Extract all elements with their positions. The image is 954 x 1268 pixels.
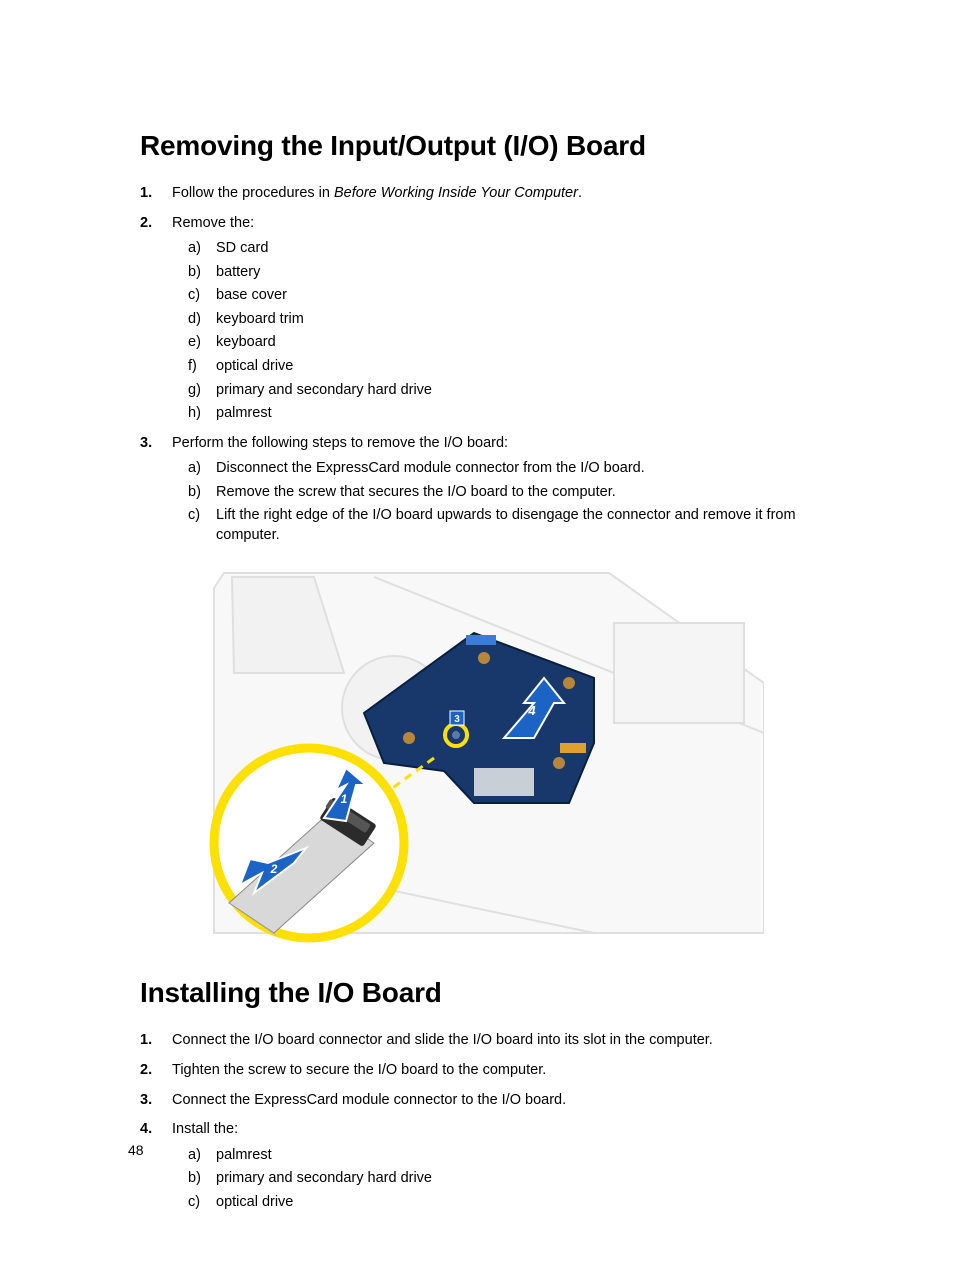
sub-item: palmrest [172,1146,834,1166]
step-1-text-c: . [578,185,582,201]
install-step-3: Connect the ExpressCard module connector… [140,1091,834,1111]
step-1-text-a: Follow the procedures in [172,185,334,201]
heading-installing-io: Installing the I/O Board [140,977,834,1009]
sub-item: palmrest [172,404,834,424]
install-step-4-text: Install the: [172,1121,238,1137]
document-page: Removing the Input/Output (I/O) Board Fo… [0,0,954,1268]
step-3: Perform the following steps to remove th… [140,434,834,546]
sub-item: SD card [172,239,834,259]
step-2-text: Remove the: [172,215,254,231]
sub-item: primary and secondary hard drive [172,381,834,401]
figure-svg: 3 4 1 [174,563,764,953]
sub-item: keyboard [172,333,834,353]
sub-item: battery [172,263,834,283]
sub-item: primary and secondary hard drive [172,1169,834,1189]
installing-steps: Connect the I/O board connector and slid… [140,1031,834,1212]
step-3-text: Perform the following steps to remove th… [172,435,508,451]
step-2: Remove the: SD card battery base cover k… [140,214,834,424]
sub-item: optical drive [172,1193,834,1213]
install-step-4: Install the: palmrest primary and second… [140,1120,834,1212]
install-step-4-sublist: palmrest primary and secondary hard driv… [172,1146,834,1213]
svg-text:3: 3 [454,714,460,725]
removing-steps: Follow the procedures in Before Working … [140,184,834,545]
sub-item: Remove the screw that secures the I/O bo… [172,483,834,503]
sub-item: Lift the right edge of the I/O board upw… [172,506,834,545]
detail-circle: 1 2 [214,748,404,938]
step-1: Follow the procedures in Before Working … [140,184,834,204]
svg-text:2: 2 [270,862,278,876]
step-3-sublist: Disconnect the ExpressCard module connec… [172,459,834,545]
sub-item: Disconnect the ExpressCard module connec… [172,459,834,479]
step-2-sublist: SD card battery base cover keyboard trim… [172,239,834,424]
sub-item: keyboard trim [172,310,834,330]
heading-removing-io: Removing the Input/Output (I/O) Board [140,130,834,162]
svg-text:1: 1 [341,792,348,806]
io-board-figure: 3 4 1 [174,563,764,953]
sub-item: base cover [172,286,834,306]
sub-item: optical drive [172,357,834,377]
install-step-1: Connect the I/O board connector and slid… [140,1031,834,1051]
install-step-2: Tighten the screw to secure the I/O boar… [140,1061,834,1081]
svg-text:4: 4 [527,703,536,718]
page-number: 48 [128,1142,144,1158]
step-1-text-b: Before Working Inside Your Computer [334,185,578,201]
